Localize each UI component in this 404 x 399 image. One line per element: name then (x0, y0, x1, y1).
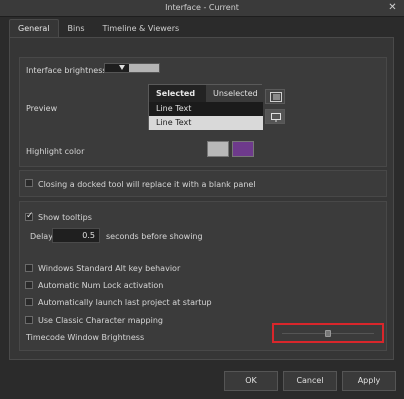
timecode-slider-thumb[interactable] (325, 330, 331, 337)
close-icon[interactable]: ✕ (387, 2, 398, 13)
classic-char-checkbox[interactable] (25, 316, 33, 324)
cancel-button[interactable]: Cancel (283, 371, 337, 391)
tab-general[interactable]: General (9, 19, 59, 37)
show-tooltips-checkbox[interactable] (25, 211, 34, 221)
apply-button[interactable]: Apply (342, 371, 396, 391)
list-view-button[interactable] (265, 89, 285, 104)
interface-brightness-slider[interactable] (104, 63, 160, 73)
preview-box: Selected Unselected Line Text Line Text (148, 84, 263, 130)
docked-tool-label: Closing a docked tool will replace it wi… (38, 180, 256, 189)
frame-view-button[interactable] (265, 109, 285, 124)
preview-row: Line Text (149, 102, 263, 116)
ok-button[interactable]: OK (224, 371, 278, 391)
delay-label: Delay (30, 232, 53, 241)
delay-suffix-label: seconds before showing (106, 232, 203, 241)
preview-selected-header: Selected (149, 85, 206, 102)
title-bar: Interface - Current ✕ (0, 0, 404, 17)
preview-label: Preview (26, 104, 58, 113)
timecode-brightness-label: Timecode Window Brightness (26, 333, 145, 342)
numlock-label: Automatic Num Lock activation (38, 281, 164, 290)
brightness-thumb[interactable] (119, 65, 125, 70)
preview-unselected-header: Unselected (206, 85, 263, 102)
brightness-fill (129, 64, 159, 72)
tab-bar: General Bins Timeline & Viewers (9, 19, 188, 37)
highlight-color-label: Highlight color (26, 147, 85, 156)
alt-key-checkbox[interactable] (25, 264, 33, 272)
highlight-color-swatch-gray[interactable] (207, 141, 229, 157)
show-tooltips-label: Show tooltips (38, 213, 92, 222)
tab-timeline-viewers[interactable]: Timeline & Viewers (93, 19, 188, 37)
highlight-color-swatch-purple[interactable] (232, 141, 254, 157)
alt-key-label: Windows Standard Alt key behavior (38, 264, 181, 273)
delay-input[interactable]: 0.5 (52, 228, 100, 243)
frame-icon (271, 113, 281, 122)
timecode-brightness-slider[interactable] (272, 323, 384, 343)
launch-last-project-label: Automatically launch last project at sta… (38, 298, 212, 307)
tab-bins[interactable]: Bins (59, 19, 94, 37)
classic-char-label: Use Classic Character mapping (38, 316, 163, 325)
window-title: Interface - Current (165, 3, 239, 12)
preview-row-selected: Line Text (149, 116, 263, 130)
docked-tool-checkbox[interactable] (25, 179, 33, 187)
numlock-checkbox[interactable] (25, 281, 33, 289)
list-icon (270, 92, 282, 102)
interface-brightness-label: Interface brightness (26, 66, 107, 75)
launch-last-project-checkbox[interactable] (25, 298, 33, 306)
